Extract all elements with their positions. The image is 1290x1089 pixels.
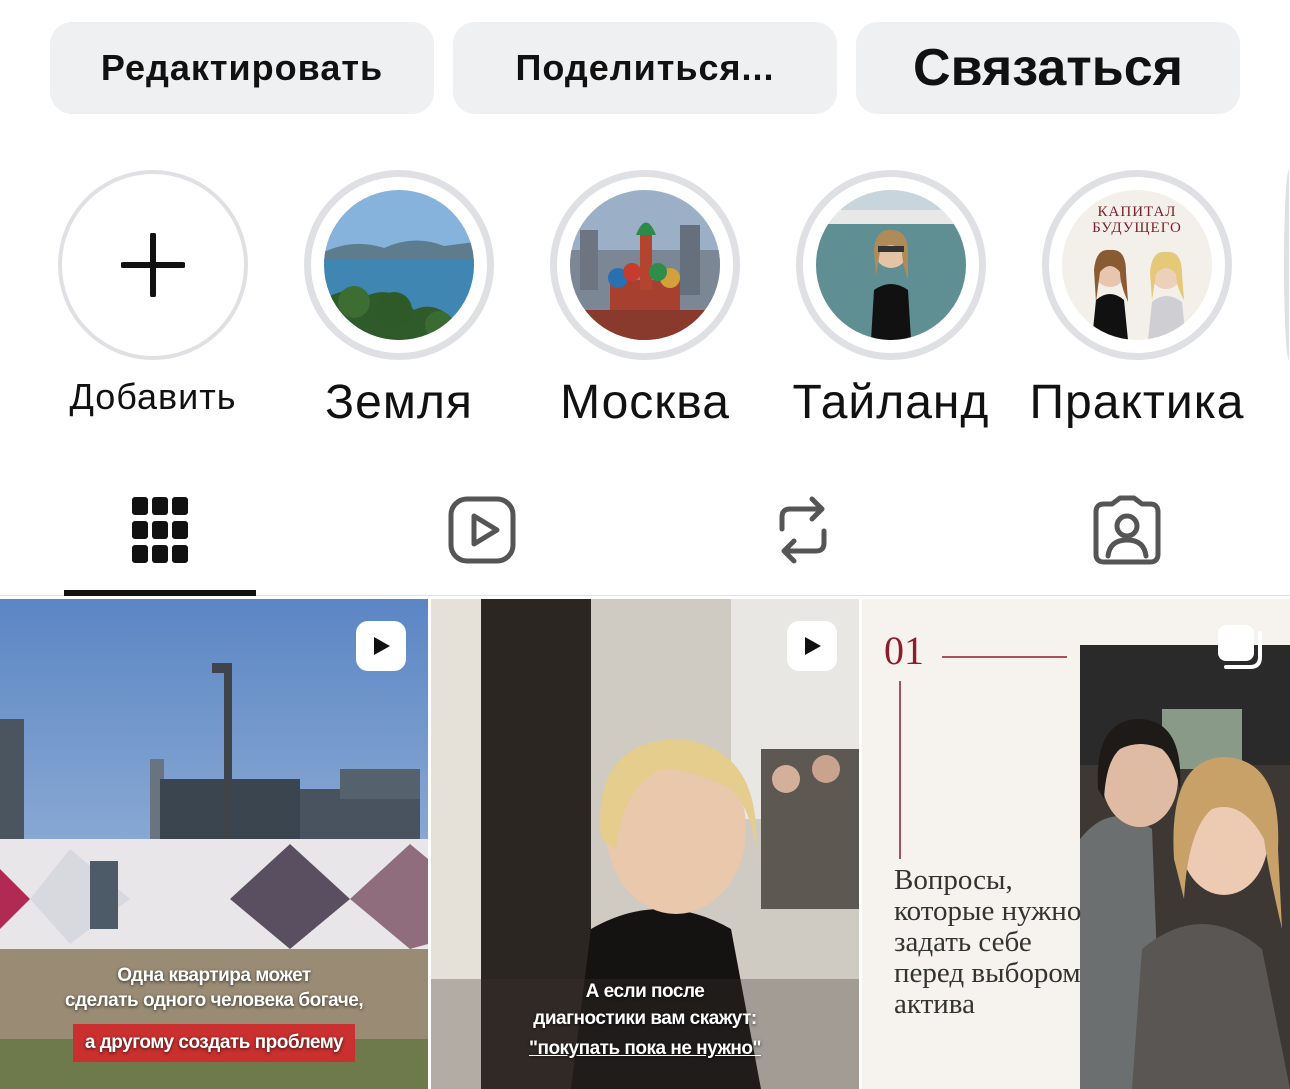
contact-button[interactable]: Связаться: [856, 22, 1240, 114]
highlight-tailand[interactable]: Тайланд: [793, 170, 988, 429]
highlight-zemlya[interactable]: Земля: [304, 170, 494, 429]
caption-line: "покупать пока не нужно": [528, 1038, 762, 1059]
tagged-person-icon: [1093, 495, 1161, 565]
share-profile-label: Поделиться...: [515, 47, 775, 88]
cover-text: КАПИТАЛ: [1098, 204, 1177, 220]
highlight-label: Земля: [325, 376, 473, 429]
svg-text:БУДУЩЕГО: БУДУЩЕГО: [1092, 220, 1182, 236]
reel-badge: [356, 621, 406, 671]
tab-tagged[interactable]: [1087, 490, 1167, 570]
caption-line: А если после: [585, 981, 705, 1002]
post-caption: Одна квартира может сделать одного челов…: [0, 965, 428, 1062]
highlight-cover-kapital: КАПИТАЛ БУДУЩЕГО: [1062, 190, 1212, 340]
highlight-label: Добавить: [69, 376, 237, 417]
slide-number: 01: [884, 628, 924, 673]
highlight-cover-moscow: [570, 190, 720, 340]
highlight-cover-woman: [816, 190, 966, 340]
active-tab-indicator: [64, 590, 256, 596]
highlight-moskva[interactable]: Москва: [550, 170, 740, 429]
edit-profile-button[interactable]: Редактировать: [50, 22, 434, 114]
reels-icon: [448, 496, 516, 564]
tab-grid[interactable]: [120, 490, 200, 570]
plus-icon: [121, 233, 185, 297]
repost-icon: [779, 496, 827, 564]
highlight-add-ring: [58, 170, 248, 360]
caption-line: диагностики вам скажут:: [533, 1008, 757, 1029]
tab-reposts[interactable]: [763, 490, 843, 570]
highlight-add[interactable]: Добавить: [58, 170, 248, 417]
highlight-ring: [304, 170, 494, 360]
highlight-ring: [796, 170, 986, 360]
grid-icon: [132, 497, 188, 563]
play-icon: [374, 637, 390, 655]
highlight-ring: КАПИТАЛ БУДУЩЕГО: [1042, 170, 1232, 360]
caption-highlight: а другому создать проблему: [72, 1024, 356, 1062]
post-tile[interactable]: 01 Вопросы, которые нужно задать себе пе…: [862, 599, 1290, 1089]
caption-line: сделать одного человека богаче,: [64, 990, 364, 1011]
post-tile[interactable]: Одна квартира может сделать одного челов…: [0, 599, 428, 1089]
play-icon: [805, 637, 821, 655]
highlight-label: Тайланд: [792, 376, 990, 429]
carousel-icon: [1216, 623, 1266, 673]
post-caption: А если после диагностики вам скажут: "по…: [431, 981, 859, 1060]
highlight-next-partial[interactable]: [1284, 170, 1290, 360]
slide-title: Вопросы, которые нужно задать себе перед…: [894, 864, 1082, 1020]
highlight-label: Практика: [1029, 376, 1245, 429]
highlight-praktika[interactable]: КАПИТАЛ БУДУЩЕГО Практика: [1030, 170, 1243, 429]
highlight-ring: [550, 170, 740, 360]
post-tile[interactable]: А если после диагностики вам скажут: "по…: [431, 599, 859, 1089]
highlight-label: Москва: [560, 376, 730, 429]
tab-reels[interactable]: [442, 490, 522, 570]
reel-badge: [787, 621, 837, 671]
share-profile-button[interactable]: Поделиться...: [453, 22, 837, 114]
contact-label: Связаться: [913, 39, 1183, 97]
highlight-cover-sea: [324, 190, 474, 340]
edit-profile-label: Редактировать: [100, 47, 384, 88]
caption-line: Одна квартира может: [117, 965, 311, 986]
